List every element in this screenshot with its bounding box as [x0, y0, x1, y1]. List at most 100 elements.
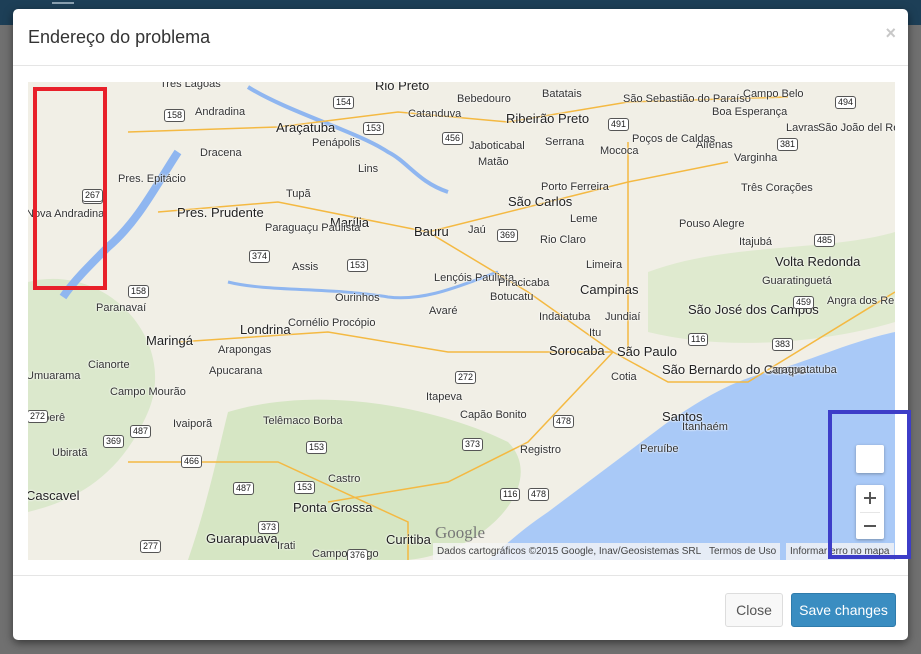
highway-shield: 494: [835, 96, 857, 109]
city-label: Itajubá: [739, 236, 773, 248]
city-label: Três Corações: [741, 182, 813, 194]
close-button[interactable]: Close: [725, 593, 783, 627]
city-label: Botucatu: [490, 291, 534, 303]
highway-shield: 158: [164, 109, 186, 122]
address-modal: Endereço do problema × Tres Lagoas Rio Pr…: [13, 9, 908, 640]
city-label: Dracena: [200, 147, 242, 159]
city-label: Irati: [277, 540, 296, 552]
city-label: Tres Lagoas: [160, 82, 221, 90]
city-label: Maringá: [146, 333, 193, 348]
city-label: Angra dos Reis: [827, 295, 895, 307]
city-label: Ubiratã: [52, 447, 88, 459]
forest-area: [648, 232, 895, 343]
city-label: Araçatuba: [276, 120, 336, 135]
city-label: Curitiba: [386, 532, 431, 547]
city-label: Cotia: [611, 371, 637, 383]
city-label: Penápolis: [312, 137, 361, 149]
highway-shield: 383: [772, 338, 794, 351]
city-label: Campinas: [580, 282, 639, 297]
city-label: Ribeirão Preto: [506, 111, 590, 126]
city-label: Ivaiporã: [173, 418, 213, 430]
close-icon[interactable]: ×: [885, 23, 896, 44]
city-label: Campo Belo: [743, 88, 804, 100]
city-label: Pres. Prudente: [177, 205, 264, 220]
highway-shield: 153: [306, 441, 328, 454]
city-label: Mococa: [600, 145, 639, 157]
city-label: Volta Redonda: [775, 254, 861, 269]
city-label: Londrina: [240, 322, 291, 337]
highway-shield: 154: [333, 96, 355, 109]
modal-footer: Close Save changes: [13, 575, 908, 641]
city-label: Serrana: [545, 136, 585, 148]
city-label: São Sebastião do Paraíso: [623, 93, 751, 105]
highway-shield: 374: [249, 250, 271, 263]
city-label: Tupã: [286, 188, 311, 200]
highway-shield: 487: [233, 482, 255, 495]
map[interactable]: Tres Lagoas Rio Preto Batatais São Sebastiã…: [28, 82, 895, 560]
city-label: Ourinhos: [335, 292, 380, 304]
terms-link[interactable]: Termos de Uso: [705, 543, 781, 560]
highway-shield: 373: [462, 438, 484, 451]
city-label: Andradina: [195, 106, 246, 118]
map-attribution: Dados cartográficos ©2015 Google, Inav/G…: [433, 543, 706, 560]
highway-shield: 277: [140, 540, 162, 553]
city-label: Rio Claro: [540, 234, 586, 246]
highway-shield: 487: [130, 425, 152, 438]
city-label: Ponta Grossa: [293, 500, 373, 515]
highway-shield: 466: [181, 455, 203, 468]
city-label: Peruíbe: [640, 443, 679, 455]
modal-header: Endereço do problema ×: [13, 9, 908, 66]
city-label: Sorocaba: [549, 343, 605, 358]
highway-shield: 369: [103, 435, 125, 448]
city-label: Leme: [570, 213, 598, 225]
google-logo: Google: [435, 523, 486, 542]
highway-shield: 153: [294, 481, 316, 494]
highlight-box-blue: [828, 410, 911, 559]
highway-shield: 485: [814, 234, 836, 247]
city-label: Guaratinguetá: [762, 275, 832, 287]
city-label: Jundiaí: [605, 311, 641, 323]
save-changes-button[interactable]: Save changes: [791, 593, 896, 627]
modal-title: Endereço do problema: [28, 27, 211, 47]
city-label: Avaré: [429, 305, 458, 317]
highway-shield: 478: [528, 488, 550, 501]
city-label: Apucarana: [209, 365, 263, 377]
city-label: Rio Preto: [375, 82, 430, 93]
city-label: São João del Rei: [818, 122, 895, 134]
highway-shield: 373: [258, 521, 280, 534]
highway-shield: 491: [608, 118, 630, 131]
city-label: Cascavel: [28, 488, 80, 503]
city-label: Arapongas: [218, 344, 272, 356]
city-label: São Carlos: [508, 194, 573, 209]
city-label: Poços de Caldas: [632, 133, 716, 145]
highlight-box-red: [33, 87, 107, 290]
city-label: Jaboticabal: [469, 140, 525, 152]
highway-shield: 369: [497, 229, 519, 242]
highway-shield: 376: [347, 549, 369, 560]
city-label: Jaú: [468, 224, 486, 236]
city-label: Telêmaco Borba: [263, 415, 343, 427]
city-label: Pouso Alegre: [679, 218, 745, 230]
city-label: Matão: [478, 156, 509, 168]
city-label: Pres. Epitácio: [118, 173, 186, 185]
city-label: Lins: [358, 163, 379, 175]
city-label: Catanduva: [408, 108, 462, 120]
city-label: Cianorte: [88, 359, 130, 371]
city-label: Capão Bonito: [460, 409, 527, 421]
highway-shield: 459: [793, 296, 815, 309]
menu-icon[interactable]: [52, 2, 74, 4]
city-label: Assis: [292, 261, 319, 273]
city-label: Piracicaba: [498, 277, 550, 289]
city-label: Batatais: [542, 88, 582, 100]
city-label: Boa Esperança: [712, 106, 788, 118]
city-label: Castro: [328, 473, 361, 485]
highway-shield: 381: [777, 138, 799, 151]
highway-shield: 116: [688, 333, 709, 346]
highway-shield: 456: [442, 132, 464, 145]
city-label: Registro: [520, 444, 561, 456]
city-label: Varginha: [734, 152, 778, 164]
city-label: Cornélio Procópio: [288, 317, 376, 329]
city-label: Porto Ferreira: [541, 181, 609, 193]
city-label: Umuarama: [28, 370, 81, 382]
highway-shield: 478: [553, 415, 575, 428]
